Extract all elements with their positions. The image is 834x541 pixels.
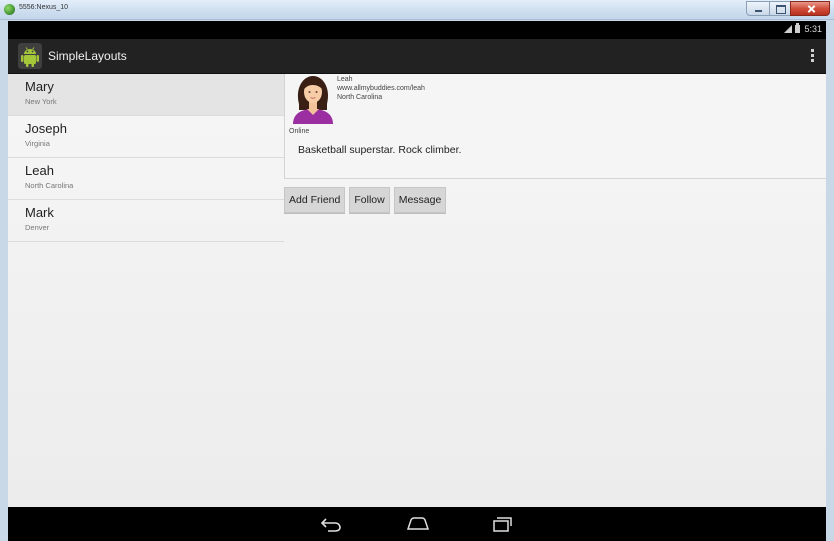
emulator-app-icon [4,4,15,15]
battery-icon [795,23,801,33]
back-icon[interactable] [320,515,342,533]
contact-list: Mary New York Joseph Virginia Leah North… [8,74,284,242]
avatar [293,76,333,124]
follow-button[interactable]: Follow [349,187,390,213]
add-friend-button[interactable]: Add Friend [284,187,346,213]
contact-name: Mary [25,79,54,94]
maximize-button[interactable] [769,1,791,16]
status-bar: 5:31 [8,21,826,39]
contact-item-mary[interactable]: Mary New York [8,74,284,116]
contact-location: New York [25,97,57,106]
status-icons: 5:31 [784,23,822,34]
contact-location: Virginia [25,139,50,148]
contact-name: Joseph [25,121,67,136]
device-screen: 5:31 SimpleLayouts Mary New York Joseph … [8,21,826,541]
status-time: 5:31 [804,24,822,34]
detail-location: North Carolina [337,94,383,101]
bio-text: Basketball superstar. Rock climber. [298,144,462,156]
app-title: SimpleLayouts [48,49,127,63]
action-bar: SimpleLayouts [8,39,826,74]
detail-url[interactable]: www.allmybuddies.com/leah [337,85,425,92]
action-buttons: Add Friend Follow Message [284,187,450,213]
contact-location: North Carolina [25,181,74,190]
contact-location: Denver [25,223,50,232]
contact-item-leah[interactable]: Leah North Carolina [8,158,284,200]
contact-item-joseph[interactable]: Joseph Virginia [8,116,284,158]
signal-icon [784,25,793,33]
contact-detail-card: Leah www.allmybuddies.com/leah North Car… [284,74,826,179]
overflow-menu-icon[interactable] [811,49,814,63]
close-button[interactable] [790,1,830,16]
window-controls [746,1,830,16]
contact-item-mark[interactable]: Mark Denver [8,200,284,242]
contact-name: Leah [25,163,54,178]
status-label: Online [289,128,310,135]
content-area: Mary New York Joseph Virginia Leah North… [8,74,826,507]
window-title: 5556:Nexus_10 [19,4,69,11]
contact-name: Mark [25,205,54,220]
home-icon[interactable] [406,515,430,533]
android-robot-icon[interactable] [18,43,42,69]
minimize-button[interactable] [746,1,770,16]
recent-apps-icon[interactable] [492,515,514,533]
navigation-bar [8,507,826,541]
detail-name: Leah [337,76,353,83]
message-button[interactable]: Message [393,187,447,213]
window-titlebar[interactable]: 5556:Nexus_10 [0,0,834,20]
